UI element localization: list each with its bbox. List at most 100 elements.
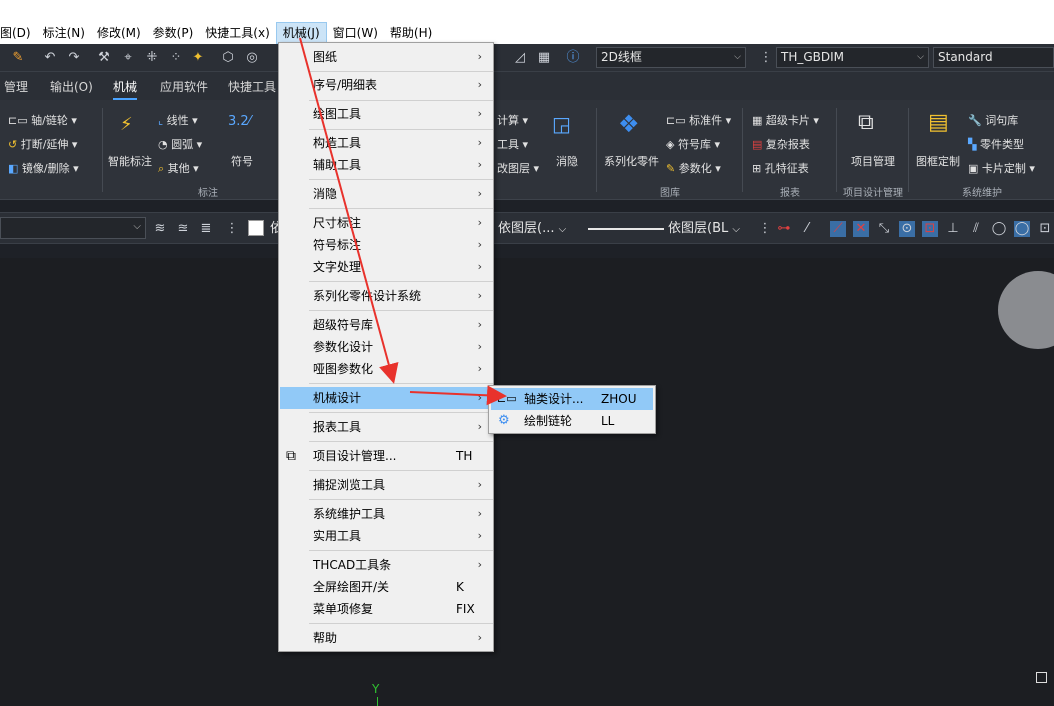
arc-button[interactable]: ◔ 圆弧 ▾ (158, 136, 202, 152)
undo-icon[interactable]: ↶ (42, 50, 58, 66)
dim-style-combo[interactable]: TH_GBDIM ⌵ (776, 47, 929, 68)
menu-item-hide[interactable]: 消隐 › (280, 183, 492, 205)
menu-help[interactable]: 帮助(H) (384, 22, 438, 44)
parallel-snap-icon[interactable]: ⫽ (968, 221, 984, 237)
select-icon[interactable]: ⌖ (120, 50, 136, 66)
mirror-delete-button[interactable]: ◧ 镜像/删除 ▾ (8, 160, 79, 176)
redo-icon[interactable]: ↷ (66, 50, 82, 66)
menu-item-super-symbol[interactable]: 超级符号库 › (280, 314, 492, 336)
break-extend-button[interactable]: ↺ 打断/延伸 ▾ (8, 136, 77, 152)
linetype-combo[interactable]: 依图层(... ⌵ (498, 219, 566, 239)
quick-select-icon[interactable]: ⁘ (168, 50, 184, 66)
super-card-button[interactable]: ▦ 超级卡片 ▾ (752, 112, 819, 128)
symbol-button[interactable]: 符号 (231, 153, 253, 169)
other-button[interactable]: ⌕ 其他 ▾ (158, 160, 199, 176)
circle-snap-icon[interactable]: ◯ (1014, 221, 1030, 237)
menu-item-series-part[interactable]: 系列化零件设计系统 › (280, 285, 492, 307)
menu-item-report-tools[interactable]: 报表工具 › (280, 416, 492, 438)
menu-mechanical[interactable]: 机械(J) (275, 22, 327, 44)
lineweight-combo[interactable]: 依图层(BL ⌵ (668, 219, 740, 239)
standard-part-button[interactable]: ⊏▭ 标准件 ▾ (666, 112, 731, 128)
frame-custom-button[interactable]: 图框定制 (916, 153, 960, 169)
series-part-button[interactable]: 系列化零件 (604, 153, 659, 169)
parametric-button[interactable]: ✎ 参数化 ▾ (666, 160, 721, 176)
match-prop-icon[interactable]: ⚒ (96, 50, 112, 66)
submenu-item-shaft-design[interactable]: ⊏▭ 轴类设计... ZHOU (491, 388, 653, 410)
menu-item-sys-maintain[interactable]: 系统维护工具 › (280, 503, 492, 525)
ortho-icon[interactable]: ⟋ (830, 221, 846, 237)
menu-item-param-design[interactable]: 参数化设计 › (280, 336, 492, 358)
menu-item-fullscreen[interactable]: 全屏绘图开/关 K (280, 576, 492, 598)
osnap-icon[interactable]: ⤡ (876, 221, 892, 237)
eliminate-button[interactable]: 消隐 (556, 153, 578, 169)
project-mgmt-button[interactable]: 项目管理 (851, 153, 895, 169)
chevron-right-icon: › (477, 478, 482, 491)
cube-icon[interactable]: ⬡ (220, 50, 236, 66)
grip-icon[interactable]: ⁜ (144, 50, 160, 66)
visual-style-combo[interactable]: 2D线框 ⌵ (596, 47, 746, 68)
menu-item-help[interactable]: 帮助 › (280, 627, 492, 649)
complex-report-button[interactable]: ▤ 复杂报表 (752, 136, 810, 152)
phrase-lib-button[interactable]: 🔧 词句库 (968, 112, 1018, 128)
smart-dim-button[interactable]: 智能标注 (108, 153, 152, 169)
tab-manage[interactable]: 管理 (4, 78, 28, 95)
symbol-lib-button[interactable]: ◈ 符号库 ▾ (666, 136, 720, 152)
linear-button[interactable]: ⌞ 线性 ▾ (158, 112, 198, 128)
menu-item-dumb-param[interactable]: 哑图参数化 › (280, 358, 492, 380)
tab-app-software[interactable]: 应用软件 (160, 78, 208, 95)
menu-item-draw-tools[interactable]: 绘图工具 › (280, 103, 492, 125)
text-style-combo[interactable]: Standard (933, 47, 1054, 68)
snap-line-icon[interactable]: ⁄ (799, 221, 815, 237)
layer-iso-icon[interactable]: ≣ (198, 221, 214, 237)
tab-mechanical[interactable]: 机械 (113, 78, 138, 100)
bulb-icon[interactable]: ✦ (190, 50, 206, 66)
tangent-snap-icon[interactable]: ◯ (991, 221, 1007, 237)
menu-item-snap-browse[interactable]: 捕捉浏览工具 › (280, 474, 492, 496)
menu-item-drawing-sheet[interactable]: 图纸 › (280, 46, 492, 68)
tools-button[interactable]: 工具 ▾ (497, 136, 528, 152)
measure-icon[interactable]: ◿ (512, 50, 528, 66)
line-icon[interactable]: ⊶ (776, 221, 792, 237)
menu-item-text-process[interactable]: 文字处理 › (280, 256, 492, 278)
part-type-button[interactable]: ▚ 零件类型 (968, 136, 1024, 152)
viewport-toggle[interactable] (1036, 672, 1047, 683)
menu-item-aux-tools[interactable]: 辅助工具 › (280, 154, 492, 176)
menu-quick-tools[interactable]: 快捷工具(x) (199, 22, 275, 44)
help-icon[interactable]: ⓘ (565, 50, 581, 66)
menu-window[interactable]: 窗口(W) (327, 22, 384, 44)
center-snap-icon[interactable]: ⊙ (899, 221, 915, 237)
brush-icon[interactable]: ✎ (10, 50, 26, 66)
menu-modify[interactable]: 修改(M) (91, 22, 147, 44)
layer-combo[interactable]: ⌵ (0, 217, 146, 239)
hole-table-button[interactable]: ⊞ 孔特征表 (752, 160, 809, 176)
calculator-icon[interactable]: ▦ (536, 50, 552, 66)
menu-item-menu-repair[interactable]: 菜单项修复 FIX (280, 598, 492, 620)
tab-output[interactable]: 输出(O) (50, 78, 93, 95)
menu-item-dim-annotate[interactable]: 尺寸标注 › (280, 212, 492, 234)
card-custom-button[interactable]: ▣ 卡片定制 ▾ (968, 160, 1035, 176)
menu-item-mech-design[interactable]: 机械设计 › (280, 387, 492, 409)
calc-button[interactable]: 计算 ▾ (497, 112, 528, 128)
menu-draw[interactable]: 图(D) (0, 22, 37, 44)
layer-match-icon[interactable]: ≋ (152, 221, 168, 237)
menu-item-bom[interactable]: 序号/明细表 › (280, 74, 492, 96)
polar-icon[interactable]: ✕ (853, 221, 869, 237)
render-icon[interactable]: ◎ (244, 50, 260, 66)
menu-item-utility[interactable]: 实用工具 › (280, 525, 492, 547)
shaft-sprocket-button[interactable]: ⊏▭ 轴/链轮 ▾ (8, 112, 77, 128)
menu-parameter[interactable]: 参数(P) (147, 22, 200, 44)
tab-quick-tools[interactable]: 快捷工具 (228, 78, 276, 95)
perp-snap-icon[interactable]: ⊥ (945, 221, 961, 237)
drawing-canvas[interactable] (0, 258, 1054, 706)
submenu-item-sprocket[interactable]: ⚙ 绘制链轮 LL (491, 410, 653, 432)
menu-item-construct-tools[interactable]: 构造工具 › (280, 132, 492, 154)
menu-item-thcad-toolbar[interactable]: THCAD工具条 › (280, 554, 492, 576)
layer-prev-icon[interactable]: ≊ (175, 221, 191, 237)
change-layer-button[interactable]: 改图层 ▾ (497, 160, 539, 176)
extra-snap-icon[interactable]: ⊡ (1037, 221, 1053, 237)
menu-item-project-mgmt[interactable]: ⧉ 项目设计管理... TH (280, 445, 492, 467)
color-swatch[interactable] (248, 220, 264, 236)
menu-dimension[interactable]: 标注(N) (37, 22, 91, 44)
node-snap-icon[interactable]: ⊡ (922, 221, 938, 237)
menu-item-symbol-annotate[interactable]: 符号标注 › (280, 234, 492, 256)
